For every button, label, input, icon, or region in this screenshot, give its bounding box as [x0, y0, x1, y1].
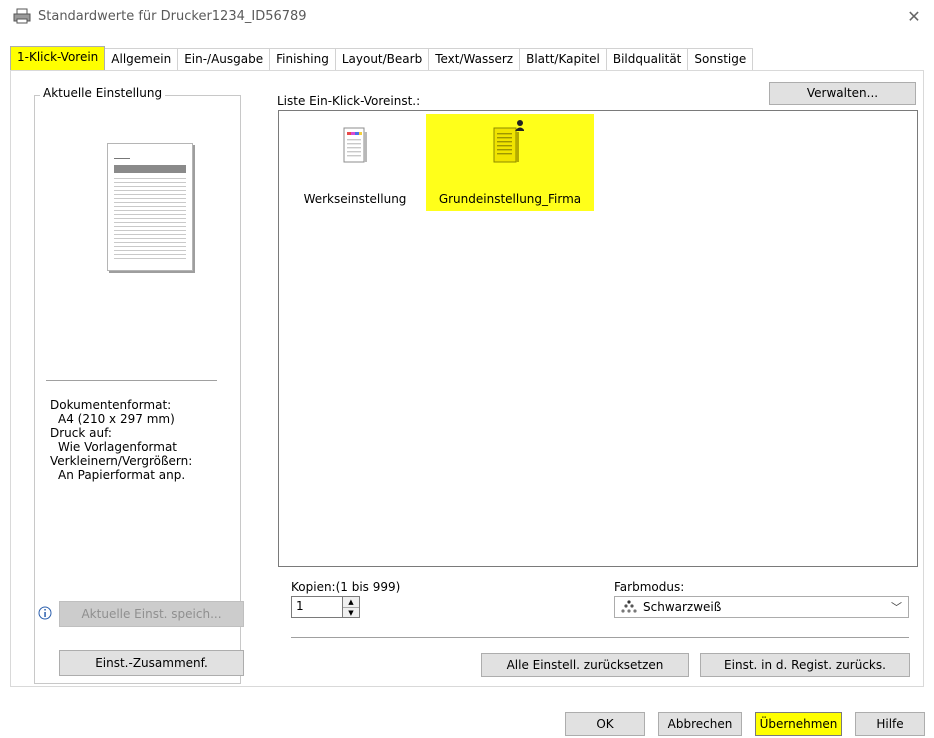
reset-all-button[interactable]: Alle Einstell. zurücksetzen: [481, 653, 689, 677]
save-current-settings-button[interactable]: Aktuelle Einst. speich...: [59, 601, 244, 627]
color-mode-value: Schwarzweiß: [643, 600, 722, 614]
settings-info: Dokumentenformat: A4 (210 x 297 mm) Druc…: [50, 398, 192, 482]
close-icon: ✕: [907, 7, 921, 26]
info-format-value: A4 (210 x 297 mm): [58, 412, 175, 426]
current-settings-label: Aktuelle Einstellung: [40, 86, 166, 100]
info-print-on-label: Druck auf:: [50, 426, 112, 440]
info-icon: [38, 606, 52, 620]
copies-label: Kopien:(1 bis 999): [291, 580, 401, 594]
chevron-down-icon: ﹀: [891, 601, 902, 614]
info-format-label: Dokumentenformat:: [50, 398, 172, 412]
copies-stepper[interactable]: ▲ ▼: [343, 596, 360, 618]
reset-registry-button[interactable]: Einst. in d. Regist. zurücks.: [700, 653, 910, 677]
info-print-on-value: Wie Vorlagenformat: [58, 440, 178, 454]
copies-input[interactable]: 1: [291, 596, 343, 618]
document-color-icon: [343, 127, 367, 163]
page-preview: [107, 143, 193, 271]
settings-summary-button[interactable]: Einst.-Zusammenf.: [59, 650, 244, 676]
help-button[interactable]: Hilfe: [855, 712, 925, 736]
title-bar: Standardwerte für Drucker1234_ID56789 ✕: [0, 0, 934, 32]
preset-label: Werkseinstellung: [303, 192, 407, 206]
ok-button[interactable]: OK: [565, 712, 645, 736]
preset-list-label: Liste Ein-Klick-Voreinst.:: [277, 94, 421, 108]
tab-blatt-kapitel[interactable]: Blatt/Kapitel: [519, 48, 607, 70]
tab-1-klick-vorein[interactable]: 1-Klick-Vorein: [10, 46, 106, 70]
color-mode-label: Farbmodus:: [614, 580, 685, 594]
window-title: Standardwerte für Drucker1234_ID56789: [38, 9, 307, 24]
tab-bar: 1-Klick-Vorein Allgemein Ein-/Ausgabe Fi…: [10, 46, 754, 70]
info-zoom-label: Verkleinern/Vergrößern:: [50, 454, 193, 468]
printer-icon: [13, 8, 31, 24]
stepper-up-icon[interactable]: ▲: [343, 597, 359, 608]
tab-sonstige[interactable]: Sonstige: [687, 48, 754, 70]
divider: [291, 637, 909, 638]
cancel-button[interactable]: Abbrechen: [658, 712, 742, 736]
preset-label: Grundeinstellung_Firma: [438, 192, 582, 206]
divider: [46, 380, 217, 381]
preset-item-werkseinstellung[interactable]: Werkseinstellung: [296, 120, 414, 210]
tab-layout-bearb[interactable]: Layout/Bearb: [334, 48, 430, 70]
tab-bildqualitaet[interactable]: Bildqualität: [605, 48, 689, 70]
document-preview-icon: [114, 158, 186, 259]
preset-item-grundeinstellung-firma[interactable]: Grundeinstellung_Firma: [426, 114, 594, 211]
info-zoom-value: An Papierformat anp.: [58, 468, 186, 482]
document-user-icon: [493, 120, 524, 163]
tab-text-wasserz[interactable]: Text/Wasserz: [428, 48, 521, 70]
stepper-down-icon[interactable]: ▼: [343, 608, 359, 618]
tab-finishing[interactable]: Finishing: [269, 48, 336, 70]
grayscale-dots-icon: [621, 600, 637, 613]
manage-button[interactable]: Verwalten...: [769, 82, 916, 105]
close-button[interactable]: ✕: [902, 5, 926, 29]
color-mode-select[interactable]: Schwarzweiß ﹀: [614, 596, 909, 618]
apply-button[interactable]: Übernehmen: [755, 712, 842, 736]
tab-allgemein[interactable]: Allgemein: [104, 48, 179, 70]
tab-ein-ausgabe[interactable]: Ein-/Ausgabe: [177, 48, 271, 70]
